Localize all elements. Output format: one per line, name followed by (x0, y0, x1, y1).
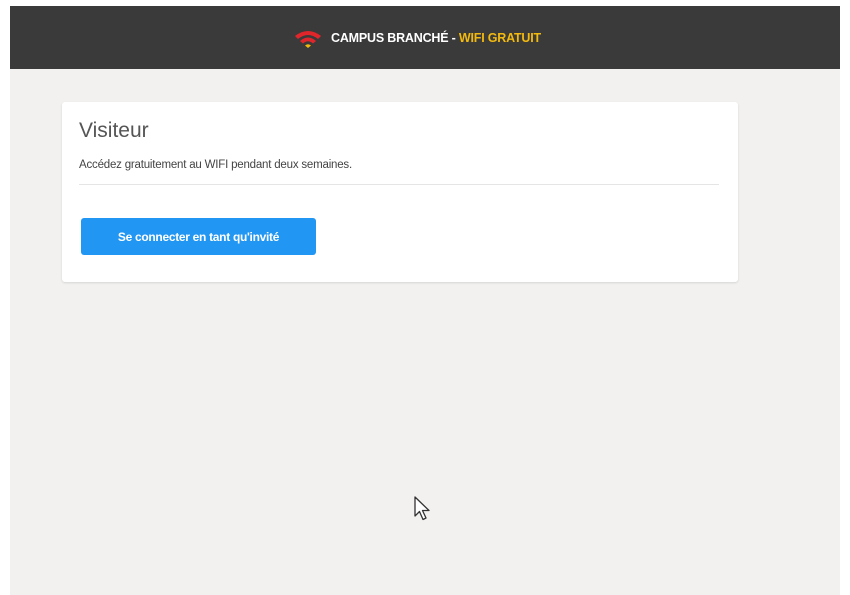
brand-logo: CAMPUS BRANCHÉ - WIFI GRATUIT (293, 28, 541, 48)
mouse-cursor-icon (414, 496, 430, 521)
wifi-icon (295, 30, 322, 48)
guest-login-button[interactable]: Se connecter en tant qu'invité (81, 218, 316, 255)
brand-name: CAMPUS BRANCHÉ (331, 30, 449, 45)
card-description: Accédez gratuitement au WIFI pendant deu… (79, 159, 352, 171)
visitor-card: Visiteur Accédez gratuitement au WIFI pe… (62, 102, 738, 282)
brand-separator: - (451, 30, 456, 45)
card-title: Visiteur (79, 119, 149, 142)
card-divider (79, 184, 719, 185)
brand-highlight: WIFI GRATUIT (458, 30, 541, 45)
brand-text: CAMPUS BRANCHÉ - WIFI GRATUIT (331, 31, 541, 45)
top-bar: CAMPUS BRANCHÉ - WIFI GRATUIT (10, 6, 840, 69)
browser-viewport: CAMPUS BRANCHÉ - WIFI GRATUIT Visiteur A… (10, 6, 840, 595)
